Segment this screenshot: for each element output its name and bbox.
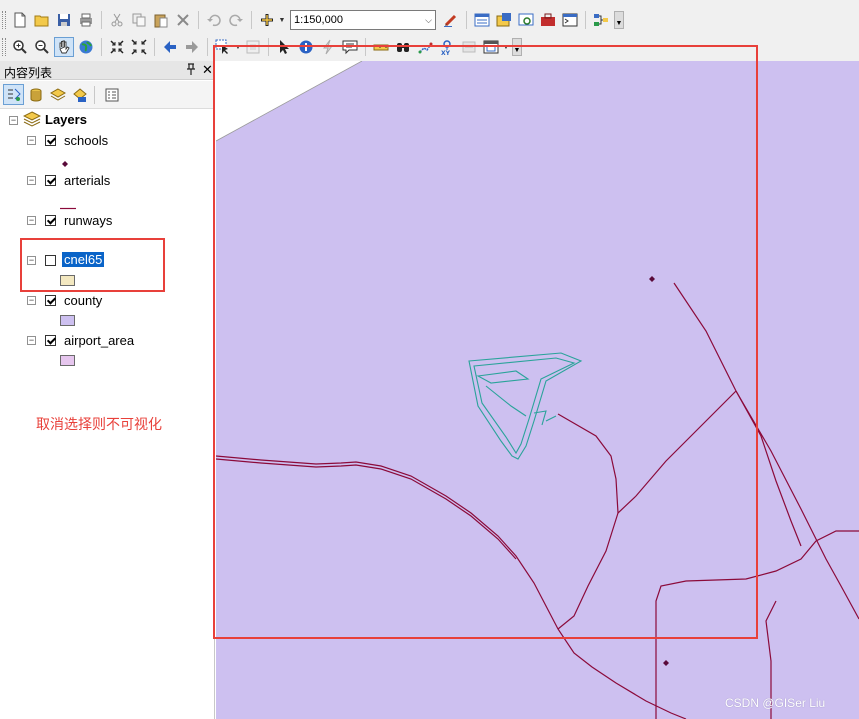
- paste-icon[interactable]: [151, 10, 171, 30]
- map-scale-value: 1:150,000: [294, 14, 343, 26]
- table-of-contents-icon[interactable]: [472, 10, 492, 30]
- print-icon[interactable]: [76, 10, 96, 30]
- editor-toolbar-icon[interactable]: [441, 10, 461, 30]
- toc-title-bar: 内容列表 ✕: [0, 61, 215, 80]
- layer-visibility-checkbox-arterials[interactable]: [45, 175, 56, 186]
- toolbar-separator: [207, 38, 208, 56]
- pan-hand-icon[interactable]: [54, 37, 74, 57]
- list-by-source-icon[interactable]: [25, 84, 46, 105]
- open-folder-icon[interactable]: [32, 10, 52, 30]
- toolbar-separator: [101, 11, 102, 29]
- layer-name-airport-area[interactable]: airport_area: [64, 333, 134, 348]
- toolbar-separator: [585, 11, 586, 29]
- fixed-zoom-out-icon[interactable]: [129, 37, 149, 57]
- point-symbol-icon: [62, 156, 68, 170]
- watermark-text: CSDN @GISer Liu: [725, 696, 826, 710]
- table-of-contents-panel: 内容列表 ✕ − Layers − schools − arterials − …: [0, 61, 215, 719]
- go-back-arrow-icon[interactable]: [160, 37, 180, 57]
- layers-root-label[interactable]: Layers: [45, 112, 87, 127]
- annotation-highlight-box: [20, 238, 165, 292]
- save-icon[interactable]: [54, 10, 74, 30]
- layer-collapse-toggle[interactable]: −: [27, 336, 36, 345]
- standard-toolbar: ▼ 1:150,000 ⌵ ▼: [0, 7, 624, 33]
- layer-visibility-checkbox-county[interactable]: [45, 295, 56, 306]
- polygon-symbol-swatch: [60, 315, 75, 326]
- catalog-icon[interactable]: [494, 10, 514, 30]
- arctoolbox-icon[interactable]: [538, 10, 558, 30]
- toolbar-separator: [154, 38, 155, 56]
- fixed-zoom-in-icon[interactable]: [107, 37, 127, 57]
- chevron-down-icon[interactable]: ⌵: [425, 15, 432, 26]
- model-builder-icon[interactable]: [591, 10, 611, 30]
- toc-tools-bar: [0, 81, 215, 109]
- close-icon[interactable]: ✕: [202, 62, 213, 78]
- toolbar-separator: [466, 11, 467, 29]
- layer-name-runways[interactable]: runways: [64, 213, 112, 228]
- toc-title: 内容列表: [4, 66, 53, 80]
- layer-visibility-checkbox-airport-area[interactable]: [45, 335, 56, 346]
- layer-collapse-toggle[interactable]: −: [27, 296, 36, 305]
- add-data-dropdown-icon[interactable]: ▼: [278, 10, 286, 30]
- toc-options-icon[interactable]: [101, 84, 122, 105]
- pin-icon[interactable]: [186, 63, 196, 78]
- toolbar-separator: [101, 38, 102, 56]
- line-symbol-icon: [60, 199, 76, 213]
- zoom-in-icon[interactable]: [10, 37, 30, 57]
- search-window-icon[interactable]: [516, 10, 536, 30]
- map-scale-combobox[interactable]: 1:150,000 ⌵: [290, 10, 436, 30]
- new-document-icon[interactable]: [10, 10, 30, 30]
- annotation-text: 取消选择则不可视化: [36, 417, 162, 433]
- toolbar-separator: [94, 85, 95, 104]
- zoom-out-icon[interactable]: [32, 37, 52, 57]
- toolbar-options-icon[interactable]: ▼: [614, 11, 624, 29]
- layer-name-schools[interactable]: schools: [64, 133, 108, 148]
- delete-icon[interactable]: [173, 10, 193, 30]
- layer-visibility-checkbox-schools[interactable]: [45, 135, 56, 146]
- list-by-drawing-order-icon[interactable]: [3, 84, 24, 105]
- undo-icon[interactable]: [204, 10, 224, 30]
- list-by-visibility-icon[interactable]: [47, 84, 68, 105]
- python-window-icon[interactable]: [560, 10, 580, 30]
- list-by-selection-icon[interactable]: [69, 84, 90, 105]
- redo-icon[interactable]: [226, 10, 246, 30]
- layer-collapse-toggle[interactable]: −: [27, 136, 36, 145]
- polygon-symbol-swatch: [60, 355, 75, 366]
- layer-collapse-toggle[interactable]: −: [27, 216, 36, 225]
- add-data-icon[interactable]: [257, 10, 277, 30]
- toolbar-grip[interactable]: [2, 11, 6, 29]
- cut-icon[interactable]: [107, 10, 127, 30]
- toolbar-separator: [251, 11, 252, 29]
- annotation-highlight-box: [213, 45, 758, 639]
- layer-name-arterials[interactable]: arterials: [64, 173, 110, 188]
- toolbar-separator: [198, 11, 199, 29]
- full-extent-globe-icon[interactable]: [76, 37, 96, 57]
- toolbar-grip[interactable]: [2, 38, 6, 56]
- layers-collapse-toggle[interactable]: −: [9, 116, 18, 125]
- layer-collapse-toggle[interactable]: −: [27, 176, 36, 185]
- school-point: [663, 660, 669, 666]
- go-forward-arrow-icon[interactable]: [182, 37, 202, 57]
- layer-visibility-checkbox-runways[interactable]: [45, 215, 56, 226]
- copy-icon[interactable]: [129, 10, 149, 30]
- layers-stack-icon: [22, 111, 42, 130]
- layer-name-county[interactable]: county: [64, 293, 102, 308]
